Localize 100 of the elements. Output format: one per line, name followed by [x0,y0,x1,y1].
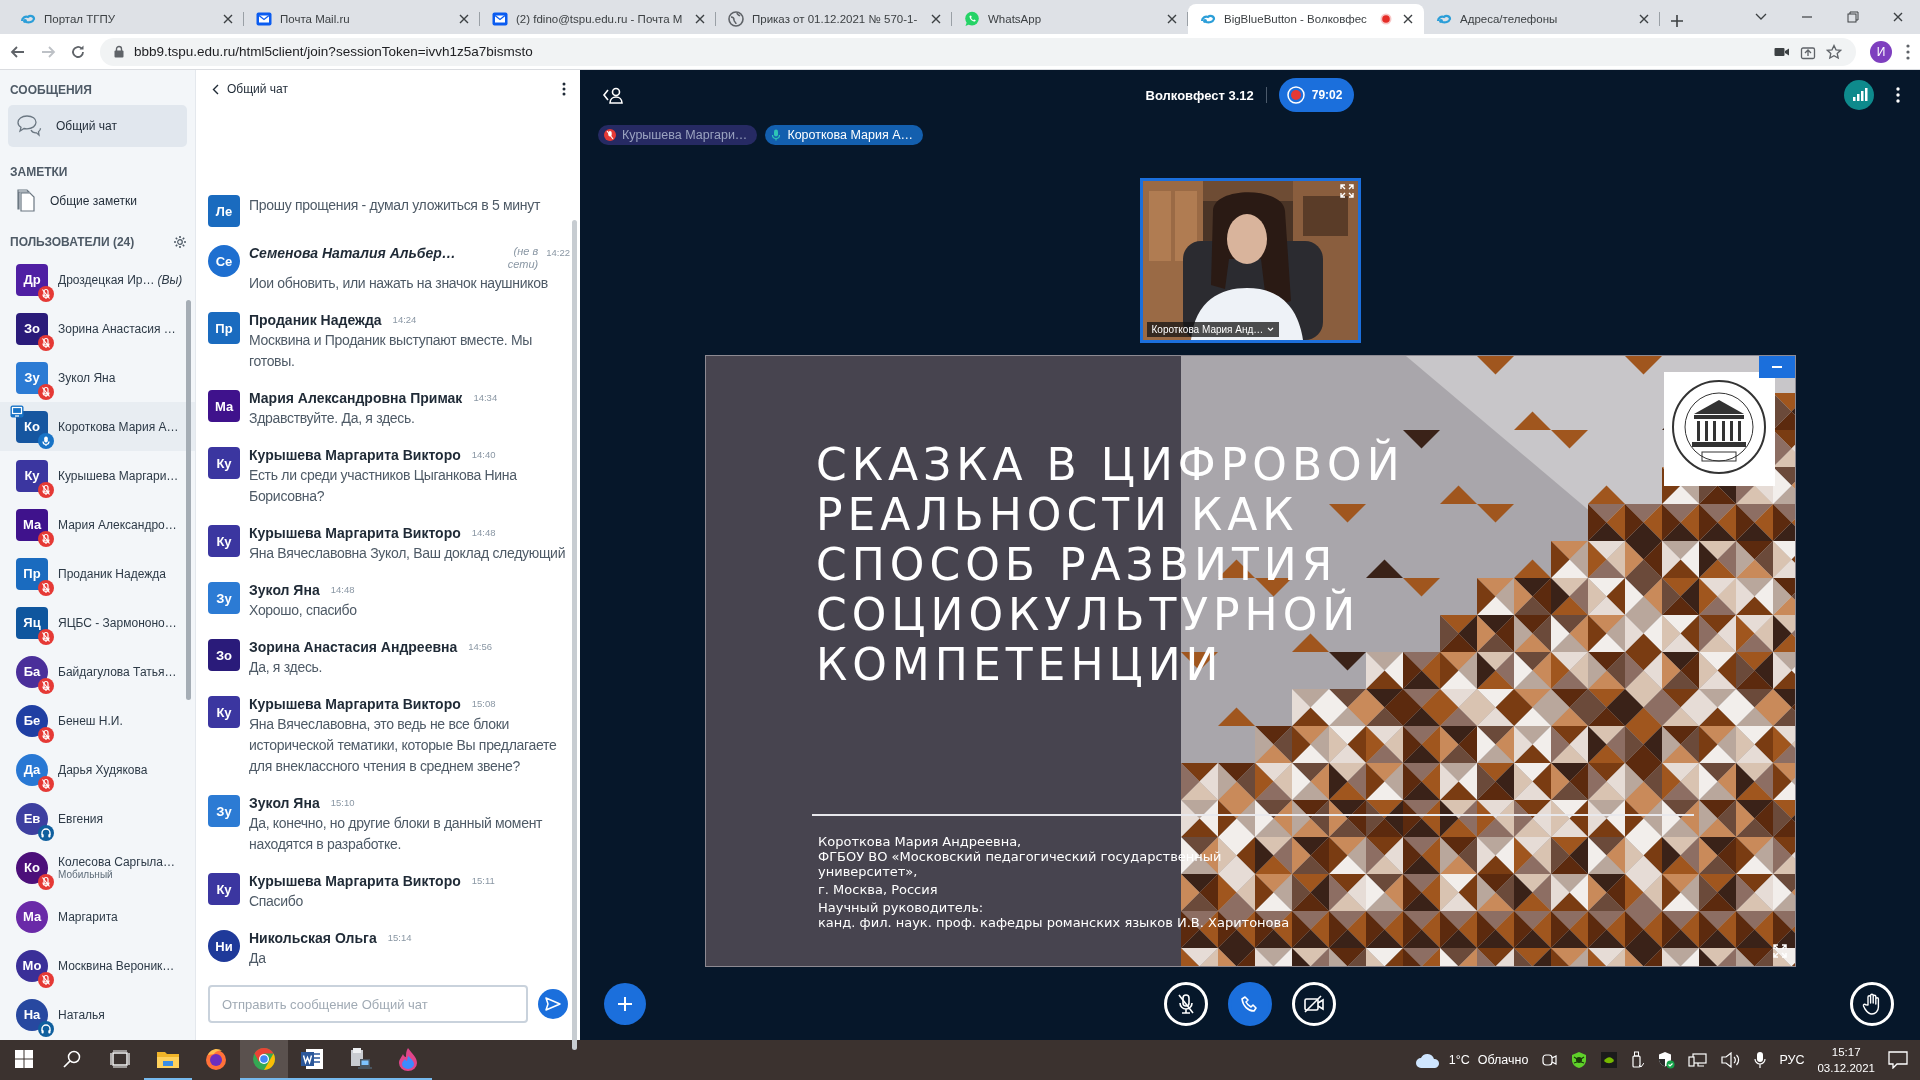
search-icon[interactable] [63,1050,81,1068]
user-name[interactable]: Бенеш Н.И. [58,713,123,728]
network-icon[interactable] [1688,1052,1709,1068]
user-name[interactable]: Маргарита [58,909,118,924]
record-icon[interactable] [1286,86,1305,104]
message-input[interactable]: Отправить сообщение Общий чат [208,985,528,1023]
phone-icon[interactable] [1241,994,1259,1013]
cloud-icon[interactable] [1414,1051,1441,1069]
plus-icon[interactable] [616,994,634,1013]
leave-audio-button[interactable] [1228,981,1272,1026]
user-name[interactable]: Мария Александро… [58,517,177,532]
user-name[interactable]: Москвина Вероник… [58,958,175,973]
browser-tab[interactable]: Портал ТГПУ [8,4,244,34]
user-name[interactable]: Курышева Маргари… [58,468,179,483]
start-icon[interactable] [15,1050,33,1068]
scrollbar[interactable] [186,300,191,700]
clock-time[interactable]: 15:17 [1831,1044,1861,1060]
camera-off-icon[interactable] [1303,994,1325,1013]
notes-link[interactable]: Общие заметки [50,194,137,208]
document-icon[interactable] [300,1048,324,1070]
folder-icon[interactable] [156,1049,180,1069]
camera-icon[interactable] [1774,45,1790,58]
browser-tab[interactable]: Адреса/телефоны [1424,4,1660,34]
user-name[interactable]: ЯЦБС - Зармононо… [58,615,177,630]
avatar: Ку [208,696,240,728]
back-icon[interactable] [212,83,219,95]
speaker-icon[interactable] [1721,1052,1742,1068]
reload-icon[interactable] [70,43,86,60]
section-title: СООБЩЕНИЯ [10,83,92,97]
sender-name: Курышева Маргарита Викторо [249,447,462,463]
minimize-button[interactable] [1759,356,1795,378]
camera-button[interactable] [1292,981,1336,1026]
user-name[interactable]: Наталья [58,1007,105,1022]
message-time: 14:40 [471,448,496,460]
browser-tab[interactable]: Приказ от 01.12.2021 № 570-1- [716,4,952,34]
recording-button[interactable]: 79:02 [1278,78,1355,112]
browser-tab[interactable]: BigBlueButton - Волковфес [1188,4,1424,34]
profile-avatar[interactable]: И [1870,40,1892,63]
temperature[interactable]: 1°C [1448,1053,1470,1067]
raise-hand-button[interactable] [1850,981,1894,1026]
back-icon[interactable] [10,43,26,60]
connection-status-icon[interactable] [1844,80,1874,110]
user-name[interactable]: Зорина Анастасия … [58,321,176,336]
fullscreen-icon[interactable] [1339,184,1354,198]
shield-check-icon[interactable] [1657,1051,1676,1069]
browser-tab[interactable]: WhatsApp [952,4,1188,34]
message-text: Хорошо, спасибо [249,601,358,620]
webcam-icon[interactable] [1541,1052,1558,1068]
muted-microphone-icon[interactable] [1176,992,1196,1015]
usb-drive-icon[interactable] [1630,1051,1645,1069]
scrollbar[interactable] [572,220,577,1050]
send-icon[interactable] [545,997,561,1011]
fullscreen-icon[interactable] [1773,944,1787,958]
user-avatar: Зо [16,312,48,345]
chevron-down-icon[interactable] [1755,13,1767,21]
hand-icon[interactable] [1862,992,1882,1015]
users-toggle-icon[interactable] [602,86,624,104]
user-name[interactable]: Проданик Надежда [58,566,166,581]
message-time: 15:08 [471,697,496,709]
chip-icon[interactable] [1601,1052,1618,1068]
address-bar[interactable]: bbb9.tspu.edu.ru/html5client/join?sessionToken=ivvh1z5a7bismsto [100,37,1856,66]
task-view-icon[interactable] [110,1050,130,1068]
user-name[interactable]: Дарья Худякова [58,762,148,777]
language-indicator[interactable]: РУС [1779,1053,1805,1067]
new-tab-icon[interactable] [1670,14,1684,28]
caret-icon[interactable] [1267,327,1275,332]
talking-indicator[interactable]: Курышева Маргари… [598,125,758,145]
browser-icon[interactable] [204,1047,228,1071]
send-button[interactable] [538,989,568,1019]
user-name[interactable]: Короткова Мария А… [58,419,179,434]
weather-condition[interactable]: Облачно [1477,1053,1529,1067]
user-name[interactable]: Евгения [58,811,103,826]
user-avatar: Ев [16,802,48,835]
star-icon[interactable] [1826,43,1842,60]
mute-button[interactable] [1164,981,1208,1026]
computer-icon[interactable] [348,1047,372,1071]
menu-icon[interactable] [1906,43,1910,60]
sender-name: Зукол Яна [249,582,321,598]
user-name[interactable]: Зукол Яна [58,370,116,385]
settings-icon[interactable] [173,235,187,249]
sender-name: Мария Александровна Примак [249,390,464,406]
more-icon[interactable] [1896,87,1900,103]
user-name[interactable]: Байдагулова Татья… [58,664,177,679]
close-icon[interactable] [1893,12,1903,22]
chat-list-item[interactable]: Общий чат [8,105,187,147]
clock-date[interactable]: 03.12.2021 [1817,1060,1875,1076]
restore-icon[interactable] [1847,11,1859,23]
user-name[interactable]: Дроздецкая Ир… [58,272,155,287]
flame-icon[interactable] [397,1047,419,1071]
actions-button[interactable] [604,982,646,1025]
talking-indicator[interactable]: Короткова Мария А… [765,125,923,145]
spider-icon[interactable] [1570,1051,1589,1069]
message-text: Яна Вячеславовна Зукол, Ваш доклад следующий [249,544,567,563]
user-name[interactable]: Колесова Саргыла… [58,855,175,869]
microphone-icon[interactable] [1754,1051,1767,1069]
browser-tab[interactable]: Почта Mail.ru [244,4,480,34]
notification-icon[interactable] [1888,1051,1908,1069]
more-icon[interactable] [562,82,566,96]
browser-icon[interactable] [252,1047,276,1071]
browser-tab[interactable]: (2) fdino@tspu.edu.ru - Почта M [480,4,716,34]
